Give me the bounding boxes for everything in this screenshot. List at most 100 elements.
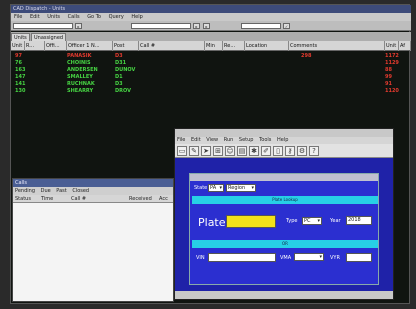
document-icon[interactable]: ▯: [273, 146, 283, 156]
unit-cell-post: DROV: [115, 88, 131, 94]
calls-col-acc[interactable]: Acc: [159, 195, 168, 203]
plate-menu-run[interactable]: Run: [224, 137, 234, 143]
unit-cell-unit: 76: [15, 60, 22, 66]
edit-icon[interactable]: ✎: [189, 146, 199, 156]
plate-menu-tools[interactable]: Tools: [259, 137, 271, 143]
region-select[interactable]: Region: [226, 184, 256, 192]
unit-cell-post: D3: [115, 81, 123, 87]
plate-menu-help[interactable]: Help: [277, 137, 288, 143]
plate-window-title-bar: [175, 129, 393, 137]
tab-unassigned[interactable]: Unassigned: [31, 33, 67, 41]
calls-col-call-number[interactable]: Call #: [71, 195, 86, 203]
unit-cell-officer-name: RUCHNAK: [67, 81, 95, 87]
calls-window: Calls Pending Due Past Closed Status Tim…: [12, 178, 174, 302]
type-label: Type: [286, 218, 298, 224]
command-input[interactable]: [13, 23, 73, 29]
state-row: State PA Region: [194, 184, 374, 194]
new-icon[interactable]: ▭: [177, 146, 187, 156]
col-r[interactable]: R...: [25, 41, 45, 51]
tab-units[interactable]: Units: [11, 33, 30, 41]
vma-label: VMA: [280, 255, 292, 261]
unit-table-row[interactable]: 76 CHOINIS D31 1129: [11, 60, 411, 66]
col-unit[interactable]: Unit: [11, 41, 25, 51]
state-label: State: [194, 185, 208, 191]
plate-year-input[interactable]: 2018: [346, 216, 372, 225]
vin-section-header: OR: [192, 240, 378, 248]
state-select[interactable]: PA: [208, 184, 224, 192]
chart-icon[interactable]: ▤: [237, 146, 247, 156]
col-post[interactable]: Post: [113, 41, 139, 51]
vin-input[interactable]: [208, 253, 276, 262]
col-offi[interactable]: Offi...: [45, 41, 67, 51]
unit-table-row[interactable]: 163 ANDERSEN DUNOV 88: [11, 67, 411, 73]
help-icon[interactable]: ?: [309, 146, 319, 156]
col-re[interactable]: Re...: [223, 41, 245, 51]
col-location[interactable]: Location: [245, 41, 289, 51]
filter-input[interactable]: [241, 23, 281, 29]
star-icon[interactable]: ✱: [249, 146, 259, 156]
main-toolbar: ▸ ▸ ▸ ✓: [11, 21, 411, 31]
menu-edit[interactable]: Edit: [30, 14, 40, 20]
unit-table-row[interactable]: 130 SHEARRY DROV 1120: [11, 88, 411, 94]
unit-cell-post: D1: [115, 74, 123, 80]
calls-col-status[interactable]: Status: [15, 195, 31, 203]
plate-status-bar: [175, 291, 393, 299]
vyr-input[interactable]: [346, 253, 372, 262]
calls-title-bar: Calls: [13, 179, 173, 187]
plate-menu-bar: File Edit View Run Setup Tools Help: [175, 137, 393, 144]
col-call-number[interactable]: Call #: [139, 41, 205, 51]
toolbar-button[interactable]: ▸: [203, 23, 210, 29]
calls-col-received[interactable]: Received: [129, 195, 152, 203]
menu-calls[interactable]: Calls: [68, 14, 80, 20]
menu-file[interactable]: File: [14, 14, 22, 20]
plate-menu-view[interactable]: View: [206, 137, 218, 143]
key-icon[interactable]: ⚷: [285, 146, 295, 156]
col-comments[interactable]: Comments: [289, 41, 385, 51]
arrow-icon[interactable]: ➤: [201, 146, 211, 156]
calls-filter-due[interactable]: Due: [41, 188, 51, 194]
menu-units[interactable]: Units: [47, 14, 60, 20]
unit-cell-unit2: 1172: [385, 53, 399, 59]
main-title-bar: CAD Dispatch - Units: [11, 5, 411, 13]
plate-lookup-window: File Edit View Run Setup Tools Help ▭ ✎ …: [174, 128, 394, 300]
query-input[interactable]: [131, 23, 191, 29]
unit-cell-unit: 97: [15, 53, 22, 59]
col-officer-name[interactable]: Officer 1 N...: [67, 41, 113, 51]
toolbar-button[interactable]: ▸: [75, 23, 82, 29]
calls-filter-closed[interactable]: Closed: [72, 188, 89, 194]
plate-menu-setup[interactable]: Setup: [239, 137, 254, 143]
unit-cell-unit: 130: [15, 88, 26, 94]
unit-cell-officer-name: ANDERSEN: [67, 67, 98, 73]
vma-select[interactable]: [294, 253, 324, 261]
unit-cell-post: DUNOV: [115, 67, 136, 73]
person-icon[interactable]: ☺: [225, 146, 235, 156]
unit-table-row[interactable]: 147 SMALLEY D1 99: [11, 74, 411, 80]
col-unit-2[interactable]: Unit: [385, 41, 399, 51]
calls-list[interactable]: [13, 203, 173, 301]
plate-menu-file[interactable]: File: [177, 137, 185, 143]
toolbar-button[interactable]: ▸: [193, 23, 200, 29]
col-af[interactable]: Af: [399, 41, 411, 51]
calls-filter-past[interactable]: Past: [56, 188, 66, 194]
unit-table-row[interactable]: 97 PANASIK D3 298 1172: [11, 53, 411, 59]
menu-query[interactable]: Query: [109, 14, 124, 20]
vehicle-icon[interactable]: ⊞: [213, 146, 223, 156]
menu-goto[interactable]: Go To: [87, 14, 101, 20]
unit-cell-unit2: 1129: [385, 60, 399, 66]
plate-section-header: Plate Lookup: [192, 196, 378, 204]
calls-filter-pending[interactable]: Pending: [15, 188, 35, 194]
settings-icon[interactable]: ⚙: [297, 146, 307, 156]
plate-type-select[interactable]: PC: [302, 217, 322, 225]
pen-icon[interactable]: ✐: [261, 146, 271, 156]
menu-help[interactable]: Help: [131, 14, 142, 20]
plate-number-input[interactable]: [226, 215, 276, 228]
unit-cell-officer-name: CHOINIS: [67, 60, 91, 66]
plate-label: Plate:: [198, 216, 230, 229]
plate-menu-edit[interactable]: Edit: [191, 137, 201, 143]
calls-col-time[interactable]: Time: [41, 195, 53, 203]
unit-cell-comment-num: 298: [301, 53, 312, 59]
unit-cell-officer-name: SHEARRY: [67, 88, 94, 94]
col-min[interactable]: Min: [205, 41, 223, 51]
unit-table-row[interactable]: 141 RUCHNAK D3 91: [11, 81, 411, 87]
check-icon[interactable]: ✓: [283, 23, 290, 29]
